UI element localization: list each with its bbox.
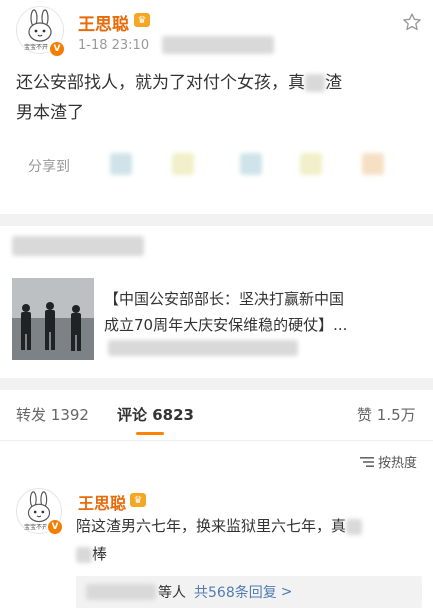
sort-icon — [360, 456, 374, 467]
link-card-header-redacted — [12, 236, 144, 256]
link-card-title-line2: 成立70周年大庆安保维稳的硬仗】... — [104, 316, 348, 334]
comment-text-line2: 棒 — [76, 540, 426, 568]
link-card-source-redacted — [108, 340, 298, 356]
post-text: 还公安部找人，就为了对付个女孩，真渣 男本渣了 — [16, 68, 421, 128]
share-label: 分享到 — [28, 159, 70, 175]
post-time: 1-18 23:10 — [78, 38, 150, 53]
interaction-tabs: 转发 1392 评论 6823 赞 1.5万 — [0, 390, 433, 440]
post-source-redacted — [162, 36, 274, 54]
link-card-title: 【中国公安部部长：坚决打赢新中国 成立70周年大庆安保维稳的硬仗】... — [104, 286, 424, 338]
verified-badge-icon: V — [48, 40, 66, 58]
tab-comments-underline — [136, 432, 164, 435]
replies-count-link[interactable]: 共568条回复 — [194, 582, 277, 602]
replies-people-redacted — [86, 584, 156, 600]
comment-text: 陪这渣男六七年，换来监狱里六七年，真 棒 — [76, 512, 426, 568]
chevron-right-icon: > — [280, 584, 293, 600]
replies-people: 等人 — [158, 585, 186, 601]
crown-vip-icon: ♛ — [130, 493, 146, 507]
comment-avatar-caption: 宝宝不开 — [24, 524, 49, 531]
share-target-2[interactable] — [172, 153, 194, 175]
link-card-thumbnail — [12, 278, 94, 360]
post-username[interactable]: 王思聪 — [78, 10, 129, 35]
link-card[interactable]: 【中国公安部部长：坚决打赢新中国 成立70周年大庆安保维稳的硬仗】... — [12, 276, 427, 368]
post-card: 宝宝不开 V 王思聪 ♛ 1-18 23:10 还公安部找人，就为了对付个女孩，… — [0, 0, 433, 212]
link-card-title-line1: 【中国公安部部长：坚决打赢新中国 — [104, 290, 345, 308]
share-target-5[interactable] — [362, 153, 384, 175]
tab-repost[interactable]: 转发 1392 — [16, 404, 89, 425]
section-divider — [0, 378, 433, 390]
tab-comments[interactable]: 评论 6823 — [117, 404, 194, 425]
share-target-4[interactable] — [300, 153, 322, 175]
post-text-line1: 还公安部找人，就为了对付个女孩，真渣 — [16, 73, 342, 93]
crown-vip-icon: ♛ — [134, 13, 150, 27]
redacted-word — [346, 518, 363, 535]
redacted-word — [76, 546, 92, 563]
sort-button[interactable]: 按热度 — [360, 452, 417, 471]
tab-likes[interactable]: 赞 1.5万 — [357, 404, 416, 425]
tabs-divider — [0, 440, 433, 441]
redacted-word — [305, 74, 325, 92]
verified-badge-icon: V — [46, 518, 64, 536]
comment-username[interactable]: 王思聪 — [78, 490, 126, 514]
sort-label: 按热度 — [378, 456, 418, 471]
avatar-caption: 宝宝不开 — [24, 44, 49, 51]
share-target-1[interactable] — [110, 153, 132, 175]
post-text-line2: 男本渣了 — [16, 103, 84, 123]
replies-box[interactable]: 等人 共568条回复 > — [76, 576, 422, 608]
share-target-3[interactable] — [240, 153, 262, 175]
comment-text-line1: 陪这渣男六七年，换来监狱里六七年，真 — [76, 512, 426, 540]
police-photo-image — [12, 278, 94, 360]
section-divider — [0, 214, 433, 226]
star-icon[interactable] — [402, 12, 422, 32]
